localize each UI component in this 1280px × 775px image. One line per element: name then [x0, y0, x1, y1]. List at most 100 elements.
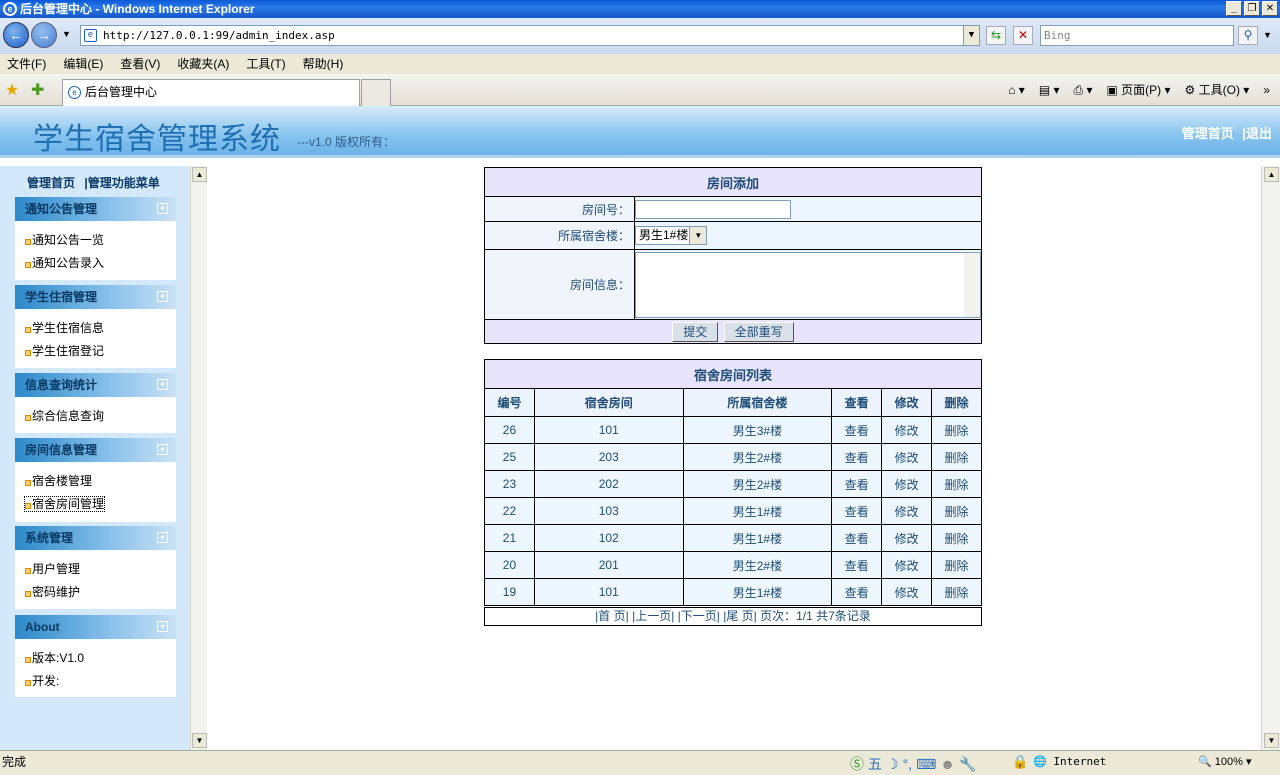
page-scrollbar[interactable]: ▲ ▼	[1261, 166, 1280, 750]
panel-title[interactable]: 系统管理	[25, 531, 73, 545]
row-delete-link[interactable]: 删除	[931, 578, 982, 606]
ime-logo-icon[interactable]: Ⓢ	[850, 753, 864, 772]
row-delete-link[interactable]: 删除	[931, 524, 982, 552]
search-input[interactable]: Bing	[1040, 25, 1234, 46]
zoom-control[interactable]: 🔍 100% ▾	[1198, 751, 1251, 773]
scroll-down-icon[interactable]: ▼	[1264, 733, 1279, 748]
sidebar-item-notice-add[interactable]: 通知公告录入	[15, 252, 176, 275]
new-tab-button[interactable]	[361, 79, 391, 106]
menu-tools[interactable]: 工具(T)	[246, 54, 285, 74]
panel-title[interactable]: About	[25, 620, 60, 634]
row-view-link[interactable]: 查看	[831, 470, 883, 498]
header-logout-link[interactable]: |退出	[1242, 126, 1272, 141]
scroll-up-icon[interactable]: ▲	[192, 167, 207, 182]
submit-button[interactable]: 提交	[672, 321, 719, 342]
panel-title[interactable]: 房间信息管理	[25, 443, 97, 457]
expand-icon[interactable]: +	[157, 291, 168, 302]
add-favorite-icon[interactable]: ✚	[31, 80, 44, 100]
row-edit-link[interactable]: 修改	[881, 470, 933, 498]
chevron-more-icon[interactable]: »	[1263, 81, 1270, 99]
expand-icon[interactable]: +	[157, 203, 168, 214]
row-view-link[interactable]: 查看	[831, 524, 883, 552]
header-home-link[interactable]: 管理首页	[1182, 126, 1234, 141]
sidebar-item-users[interactable]: 用户管理	[15, 558, 176, 581]
expand-icon[interactable]: +	[157, 379, 168, 390]
page-menu[interactable]: ▣ 页面(P) ▾	[1107, 81, 1171, 99]
print-icon[interactable]: ⎙ ▾	[1074, 81, 1093, 99]
row-edit-link[interactable]: 修改	[881, 524, 933, 552]
address-field[interactable]: e http://127.0.0.1:99/admin_index.asp ▼	[80, 25, 980, 46]
expand-icon[interactable]: +	[157, 621, 168, 632]
scroll-up-icon[interactable]: ▲	[1264, 167, 1279, 182]
panel-title[interactable]: 通知公告管理	[25, 202, 97, 216]
user-icon[interactable]: ☻	[940, 753, 955, 772]
row-delete-link[interactable]: 删除	[931, 551, 982, 579]
sidebar-item-notice-list[interactable]: 通知公告一览	[15, 229, 176, 252]
row-edit-link[interactable]: 修改	[881, 497, 933, 525]
expand-icon[interactable]: +	[157, 444, 168, 455]
scroll-down-icon[interactable]: ▼	[192, 733, 207, 748]
building-select[interactable]: 男生1#楼	[635, 226, 708, 245]
row-edit-link[interactable]: 修改	[881, 578, 933, 606]
favorites-star-icon[interactable]: ★	[5, 80, 19, 100]
row-view-link[interactable]: 查看	[831, 416, 883, 444]
row-edit-link[interactable]: 修改	[881, 416, 933, 444]
table-row: 20 201 男生2#楼 查看 修改 删除	[484, 551, 982, 579]
row-delete-link[interactable]: 删除	[931, 443, 982, 471]
row-view-link[interactable]: 查看	[831, 578, 883, 606]
menu-help[interactable]: 帮助(H)	[303, 54, 344, 74]
stop-icon[interactable]: ✕	[1013, 26, 1033, 45]
sidebar-home-link[interactable]: 管理首页	[27, 176, 75, 190]
menu-view[interactable]: 查看(V)	[120, 54, 160, 74]
room-no-input[interactable]	[635, 199, 791, 219]
close-window-button[interactable]: ✕	[1262, 1, 1278, 16]
row-edit-link[interactable]: 修改	[881, 551, 933, 579]
search-placeholder: Bing	[1044, 29, 1071, 42]
row-view-link[interactable]: 查看	[831, 443, 883, 471]
ime-mode-icon[interactable]: 五	[868, 753, 882, 772]
address-dropdown-icon[interactable]: ▼	[963, 26, 979, 45]
feeds-icon[interactable]: ▤ ▾	[1039, 81, 1060, 99]
restore-button[interactable]: ❐	[1244, 1, 1260, 16]
minimize-button[interactable]: _	[1226, 1, 1242, 16]
row-delete-link[interactable]: 删除	[931, 470, 982, 498]
menu-file[interactable]: 文件(F)	[7, 54, 46, 74]
menu-favorites[interactable]: 收藏夹(A)	[177, 54, 229, 74]
refresh-icon[interactable]: ⇆	[986, 26, 1006, 45]
home-icon[interactable]: ⌂ ▾	[1008, 81, 1025, 99]
panel-title[interactable]: 信息查询统计	[25, 378, 97, 392]
pagination[interactable]: |首 页| |上一页| |下一页| |尾 页| 页次：1/1 共7条记录	[484, 607, 982, 626]
menu-edit[interactable]: 编辑(E)	[63, 54, 103, 74]
row-view-link[interactable]: 查看	[831, 497, 883, 525]
sidebar-item-building[interactable]: 宿舍楼管理	[15, 470, 176, 493]
table-row: 23 202 男生2#楼 查看 修改 删除	[484, 470, 982, 498]
back-button[interactable]: ←	[3, 22, 29, 48]
sidebar-item-password[interactable]: 密码维护	[15, 581, 176, 604]
forward-button[interactable]: →	[31, 22, 57, 48]
history-dropdown-icon[interactable]: ▼	[62, 29, 71, 39]
search-options-icon[interactable]: ▼	[1263, 30, 1272, 40]
sidebar-item-lodging-register[interactable]: 学生住宿登记	[15, 340, 176, 363]
sidebar-item-lodging-info[interactable]: 学生住宿信息	[15, 317, 176, 340]
sidebar-item-room[interactable]: 宿舍房间管理	[15, 493, 176, 516]
row-delete-link[interactable]: 删除	[931, 497, 982, 525]
row-delete-link[interactable]: 删除	[931, 416, 982, 444]
tab-admin[interactable]: e 后台管理中心	[62, 79, 360, 106]
row-edit-link[interactable]: 修改	[881, 443, 933, 471]
panel-title[interactable]: 学生住宿管理	[25, 290, 97, 304]
search-icon[interactable]: ⚲	[1238, 26, 1258, 45]
expand-icon[interactable]: +	[157, 532, 168, 543]
sidebar-item-query[interactable]: 综合信息查询	[15, 405, 176, 428]
wrench-icon[interactable]: 🔧	[959, 753, 976, 772]
punctuation-icon[interactable]: °,	[903, 753, 913, 772]
tools-menu[interactable]: ⚙ 工具(O) ▾	[1185, 81, 1250, 99]
sidebar-scrollbar[interactable]: ▲ ▼	[190, 166, 207, 750]
ime-toolbar[interactable]: Ⓢ 五 ☽ °, ⌨ ☻ 🔧	[850, 753, 976, 772]
room-info-textarea[interactable]	[635, 251, 981, 318]
keyboard-icon[interactable]: ⌨	[916, 753, 936, 772]
moon-icon[interactable]: ☽	[886, 753, 899, 772]
col-delete: 删除	[931, 388, 982, 417]
reset-button[interactable]: 全部重写	[723, 321, 794, 342]
row-view-link[interactable]: 查看	[831, 551, 883, 579]
textarea-scrollbar[interactable]	[964, 252, 980, 317]
